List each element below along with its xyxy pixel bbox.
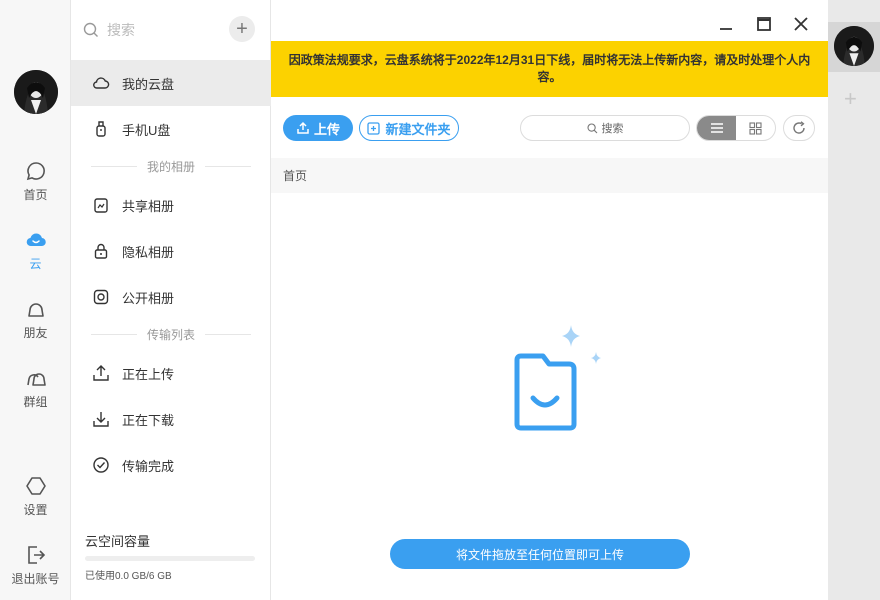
section-label: 我的相册 [147,160,196,174]
close-icon [794,17,808,31]
sidebar-item-usb[interactable]: 手机U盘 [71,106,271,152]
breadcrumb-home[interactable]: 首页 [283,167,307,184]
sidebar-item-shared-album[interactable]: 共享相册 [71,182,271,228]
breadcrumb: 首页 [271,158,828,193]
rail-label-settings: 设置 [23,503,48,517]
new-folder-button[interactable]: 新建文件夹 [359,115,459,141]
logout-icon [27,546,45,564]
upload-icon [93,365,109,381]
empty-folder-illustration [514,325,601,431]
grid-view-button[interactable] [736,116,775,140]
sidebar-item-private-album[interactable]: 隐私相册 [71,228,271,274]
new-folder-icon [367,121,381,135]
policy-notice-banner: 因政策法规要求，云盘系统将于2022年12月31日下线，届时将无法上传新内容，请… [271,41,828,97]
cloud-icon [26,233,46,247]
maximize-button[interactable] [752,12,776,36]
drag-drop-upload-button[interactable]: 将文件拖放至任何位置即可上传 [390,539,690,569]
close-button[interactable] [789,12,813,36]
rail-label-logout: 退出账号 [11,572,60,586]
list-view-button[interactable] [697,116,736,140]
sidebar-item-label: 公开相册 [122,290,175,306]
minimize-icon [720,28,732,30]
maximize-icon [757,17,771,31]
rail-item-settings[interactable]: 设置 [0,475,71,531]
sidebar-search-placeholder: 搜索 [107,22,135,38]
refresh-button[interactable] [783,115,815,141]
sidebar: 搜索 + 我的云盘 手机U盘 我的相册 共享相册 隐私相册 公开相册 传输列表 [71,0,271,600]
storage-used-text: 已使用0.0 GB/6 GB [85,571,172,582]
shared-album-icon [94,198,108,213]
new-folder-button-label: 新建文件夹 [385,121,451,137]
rail-item-logout[interactable]: 退出账号 [0,544,71,600]
sidebar-item-my-cloud[interactable]: 我的云盘 [71,60,271,106]
sidebar-item-completed[interactable]: 传输完成 [71,442,271,488]
sidebar-item-uploading[interactable]: 正在上传 [71,350,271,396]
sidebar-item-label: 手机U盘 [122,122,171,138]
search-icon [586,122,597,133]
rail-item-groups[interactable]: 群组 [0,367,71,423]
friend-icon [27,303,44,317]
view-toggle [696,115,776,141]
rail-item-cloud[interactable]: 云 [0,229,71,285]
upload-icon [297,121,309,134]
lock-icon [94,243,108,259]
cloud-drive-icon [93,77,110,89]
sidebar-item-downloading[interactable]: 正在下载 [71,396,271,442]
chat-bubble-icon [26,162,45,181]
search-icon [83,22,98,37]
app-window: 首页 云 朋友 群组 设置 退出账号 搜索 + 我的云盘 手机U盘 我的相册 共… [0,0,880,600]
section-label: 传输列表 [147,328,196,342]
usb-drive-icon [96,121,106,137]
avatar-image [834,26,874,66]
section-divider-albums: 我的相册 [91,158,251,175]
file-search-input[interactable]: 搜索 [520,115,690,141]
storage-title: 云空间容量 [85,534,151,549]
sidebar-item-label: 正在上传 [122,366,175,382]
add-button[interactable]: + [229,16,255,42]
rail-label-groups: 群组 [23,395,48,409]
camera-icon [93,289,109,305]
list-view-icon [710,123,723,133]
avatar-image [14,70,58,114]
sidebar-item-public-album[interactable]: 公开相册 [71,274,271,320]
upload-button-label: 上传 [313,121,340,137]
rail-label-friends: 朋友 [23,326,48,340]
toolbar: 上传 新建文件夹 搜索 [271,97,828,157]
grid-view-icon [749,121,762,135]
rail-item-friends[interactable]: 朋友 [0,298,71,354]
sidebar-item-label: 我的云盘 [122,76,175,92]
sidebar-item-label: 隐私相册 [122,244,175,260]
main-pane: 因政策法规要求，云盘系统将于2022年12月31日下线，届时将无法上传新内容，请… [271,0,828,600]
download-icon [93,412,109,427]
user-avatar[interactable] [14,70,58,114]
upload-button[interactable]: 上传 [283,115,353,141]
minimize-button[interactable] [714,12,738,36]
storage-progress-bar [85,556,255,561]
sidebar-item-label: 共享相册 [122,198,175,214]
group-icon [26,373,46,386]
nav-rail: 首页 云 朋友 群组 设置 退出账号 [0,0,71,600]
file-search-placeholder: 搜索 [601,123,624,135]
rail-label-home: 首页 [23,188,48,202]
rail-item-home[interactable]: 首页 [0,160,71,216]
rail-label-cloud: 云 [29,257,42,271]
sidebar-item-label: 正在下载 [122,412,175,428]
hexagon-settings-icon [25,477,46,495]
account-strip: + [828,0,880,600]
sidebar-item-label: 传输完成 [122,458,175,474]
check-circle-icon [93,457,109,473]
section-divider-transfers: 传输列表 [91,326,251,343]
refresh-icon [793,121,805,134]
sidebar-search[interactable]: 搜索 [83,16,223,44]
add-account-button[interactable]: + [844,88,857,110]
account-avatar[interactable] [834,26,874,66]
